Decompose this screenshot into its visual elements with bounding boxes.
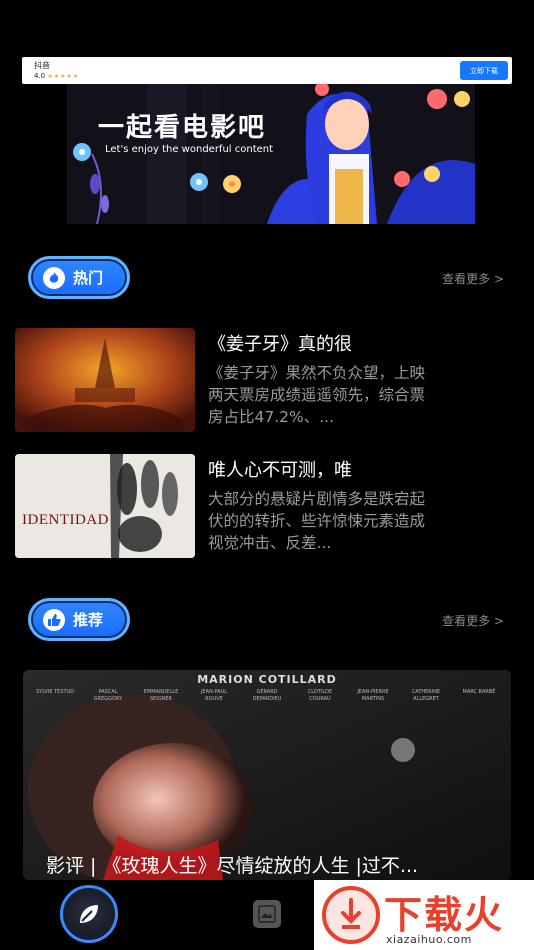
featured-review-caption: 影评 | 《玫瑰人生》尽情绽放的人生 |过不... [46, 855, 419, 877]
article-description: 大部分的悬疑片剧情多是跌宕起伏的的转折、些许惊悚元素造成视觉冲击、反差... [208, 490, 426, 552]
image-icon [258, 905, 276, 923]
cast-name: MARC BARBÉ [462, 689, 496, 695]
nav-home-button[interactable] [60, 885, 118, 943]
watermark-url: xiazaihuo.com [386, 933, 472, 946]
download-fire-icon [322, 886, 380, 944]
banner-subtitle: Let's enjoy the wonderful content [105, 144, 274, 155]
recommend-section-tab[interactable]: 推荐 [28, 598, 130, 641]
cast-name: JEAN-PIERRE MARTINS [357, 689, 389, 702]
watermark-logo: 下载火 xiazaihuo.com [314, 880, 534, 950]
list-item[interactable]: IDENTIDAD 唯人心不可测，唯 大部分的悬疑片剧情多是跌宕起伏的的转折、些… [15, 454, 515, 558]
ad-app-name: 抖音 [34, 61, 50, 70]
cast-name: SYLVIE TESTUD [35, 689, 75, 695]
nav-gallery-button[interactable] [253, 900, 281, 928]
cast-name: PASCAL GREGGORY [93, 689, 123, 702]
ad-rating-value: 4.0 [34, 72, 46, 80]
recommend-section-label: 推荐 [73, 611, 104, 629]
leaf-icon [80, 905, 98, 923]
cast-name: JEAN-PAUL ROUVE [200, 689, 228, 702]
star-icon: ★★★★★ [47, 73, 80, 80]
article-description: 《姜子牙》果然不负众望，上映两天票房成绩遥遥领先，综合票房占比47.2%、... [208, 364, 426, 426]
article-title: 唯人心不可测，唯 [208, 460, 352, 481]
ad-banner[interactable]: 抖音 4.0 ★★★★★ 立即下载 [22, 57, 512, 84]
thumbs-up-icon [43, 608, 65, 631]
watermark-brand: 下载火 [384, 893, 505, 937]
cast-name: CLOTILDE COURAU [307, 689, 333, 702]
hot-section-tab[interactable]: 热门 [28, 256, 130, 299]
hot-section-label: 热门 [73, 269, 104, 287]
ad-download-button[interactable]: 立即下载 [460, 61, 508, 80]
article-title: 《姜子牙》真的很 [208, 334, 352, 355]
ad-rating: 4.0 ★★★★★ [34, 72, 79, 80]
article-thumbnail: IDENTIDAD [15, 454, 195, 558]
recommend-more-link[interactable]: 查看更多 > [442, 612, 504, 629]
hero-banner[interactable]: 一起看电影吧 Let's enjoy the wonderful content [67, 84, 475, 224]
poster-header: MARION COTILLARD SYLVIE TESTUD PASCAL GR… [23, 670, 511, 715]
cast-name: CATHERINE ALLEGRET [411, 689, 441, 702]
article-thumbnail [15, 328, 195, 432]
hot-more-link[interactable]: 查看更多 > [442, 270, 504, 287]
banner-title: 一起看电影吧 [98, 113, 267, 143]
poster-cast-list: SYLVIE TESTUD PASCAL GREGGORY EMMANUELLE… [35, 689, 499, 703]
thumbnail-caption: IDENTIDAD [22, 512, 109, 528]
cast-name: GÉRARD DEPARDIEU [252, 689, 282, 702]
featured-review-card[interactable]: MARION COTILLARD SYLVIE TESTUD PASCAL GR… [23, 670, 511, 880]
cast-name: EMMANUELLE SEIGNER [143, 689, 179, 702]
fire-icon [43, 266, 65, 289]
list-item[interactable]: 《姜子牙》真的很 《姜子牙》果然不负众望，上映两天票房成绩遥遥领先，综合票房占比… [15, 328, 515, 432]
poster-star-name: MARION COTILLARD [197, 673, 337, 686]
